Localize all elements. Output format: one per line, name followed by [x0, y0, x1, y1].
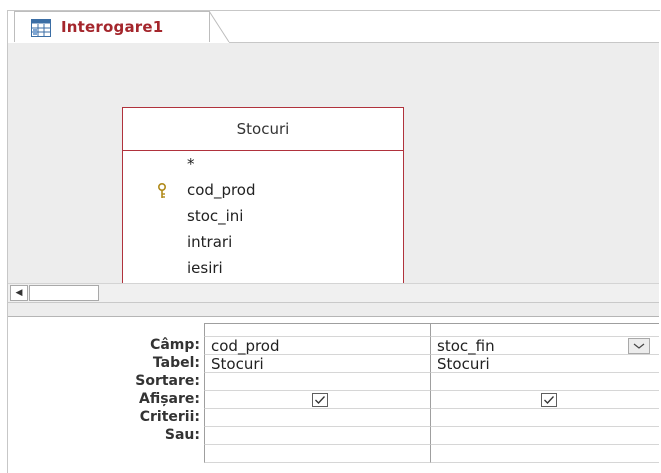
grid-cell-table[interactable]: Stocuri	[204, 355, 430, 373]
show-checkbox[interactable]	[541, 393, 557, 407]
grid-cell-or[interactable]	[204, 427, 430, 445]
grid-cell-show[interactable]	[204, 391, 430, 409]
horizontal-scrollbar[interactable]: ◀	[8, 283, 659, 302]
grid-cell-or[interactable]	[430, 427, 659, 445]
table-title[interactable]: Stocuri	[123, 108, 403, 151]
grid-cell-criteria[interactable]	[204, 409, 430, 427]
row-label-table: Tabel:	[152, 355, 200, 371]
grid-cell-field[interactable]: stoc_fin	[430, 337, 659, 355]
scroll-left-icon[interactable]: ◀	[10, 285, 28, 301]
grid-cell-criteria[interactable]	[430, 409, 659, 427]
field-dropdown[interactable]	[628, 338, 650, 354]
grid-cell-sort[interactable]	[204, 373, 430, 391]
query-design-grid: Câmp: Tabel: Sortare: Afișare: Criterii:…	[8, 317, 659, 472]
field-intrari[interactable]: intrari	[187, 233, 232, 251]
field-cod-prod[interactable]: cod_prod	[187, 181, 256, 199]
row-label-sort: Sortare:	[135, 373, 200, 389]
table-design-pane[interactable]: Stocuri * cod_prod stoc_ini intrari iesi…	[8, 43, 659, 313]
tab-edge	[208, 11, 230, 43]
grid-cell-show[interactable]	[430, 391, 659, 409]
grid-cell-field-value: stoc_fin	[437, 337, 495, 355]
tab-interogare1[interactable]: Interogare1	[14, 11, 210, 42]
tab-label: Interogare1	[61, 18, 164, 36]
grid-cell-sort[interactable]	[430, 373, 659, 391]
grid-row-labels: Câmp: Tabel: Sortare: Afișare: Criterii:…	[8, 317, 204, 472]
grid-cell-empty[interactable]	[430, 445, 659, 463]
grid-cell-empty[interactable]	[204, 445, 430, 463]
primary-key-icon	[156, 182, 168, 199]
grid-cell-table[interactable]: Stocuri	[430, 355, 659, 373]
row-label-field: Câmp:	[150, 337, 200, 353]
row-label-or: Sau:	[164, 427, 200, 443]
field-iesiri[interactable]: iesiri	[187, 259, 223, 277]
scroll-thumb[interactable]	[29, 285, 99, 301]
show-checkbox[interactable]	[312, 393, 328, 407]
row-label-show: Afișare:	[139, 391, 200, 407]
query-datasheet-icon	[31, 19, 51, 37]
grid-cell-field[interactable]: cod_prod	[204, 337, 430, 355]
column-selector[interactable]	[204, 323, 430, 337]
column-selector[interactable]	[430, 323, 659, 337]
checkmark-icon	[315, 396, 325, 404]
field-all[interactable]: *	[187, 155, 195, 173]
checkmark-icon	[544, 396, 554, 404]
chevron-down-icon	[633, 343, 645, 349]
row-label-criteria: Criterii:	[139, 409, 200, 425]
field-stoc-ini[interactable]: stoc_ini	[187, 207, 243, 225]
pane-splitter[interactable]	[8, 302, 659, 317]
